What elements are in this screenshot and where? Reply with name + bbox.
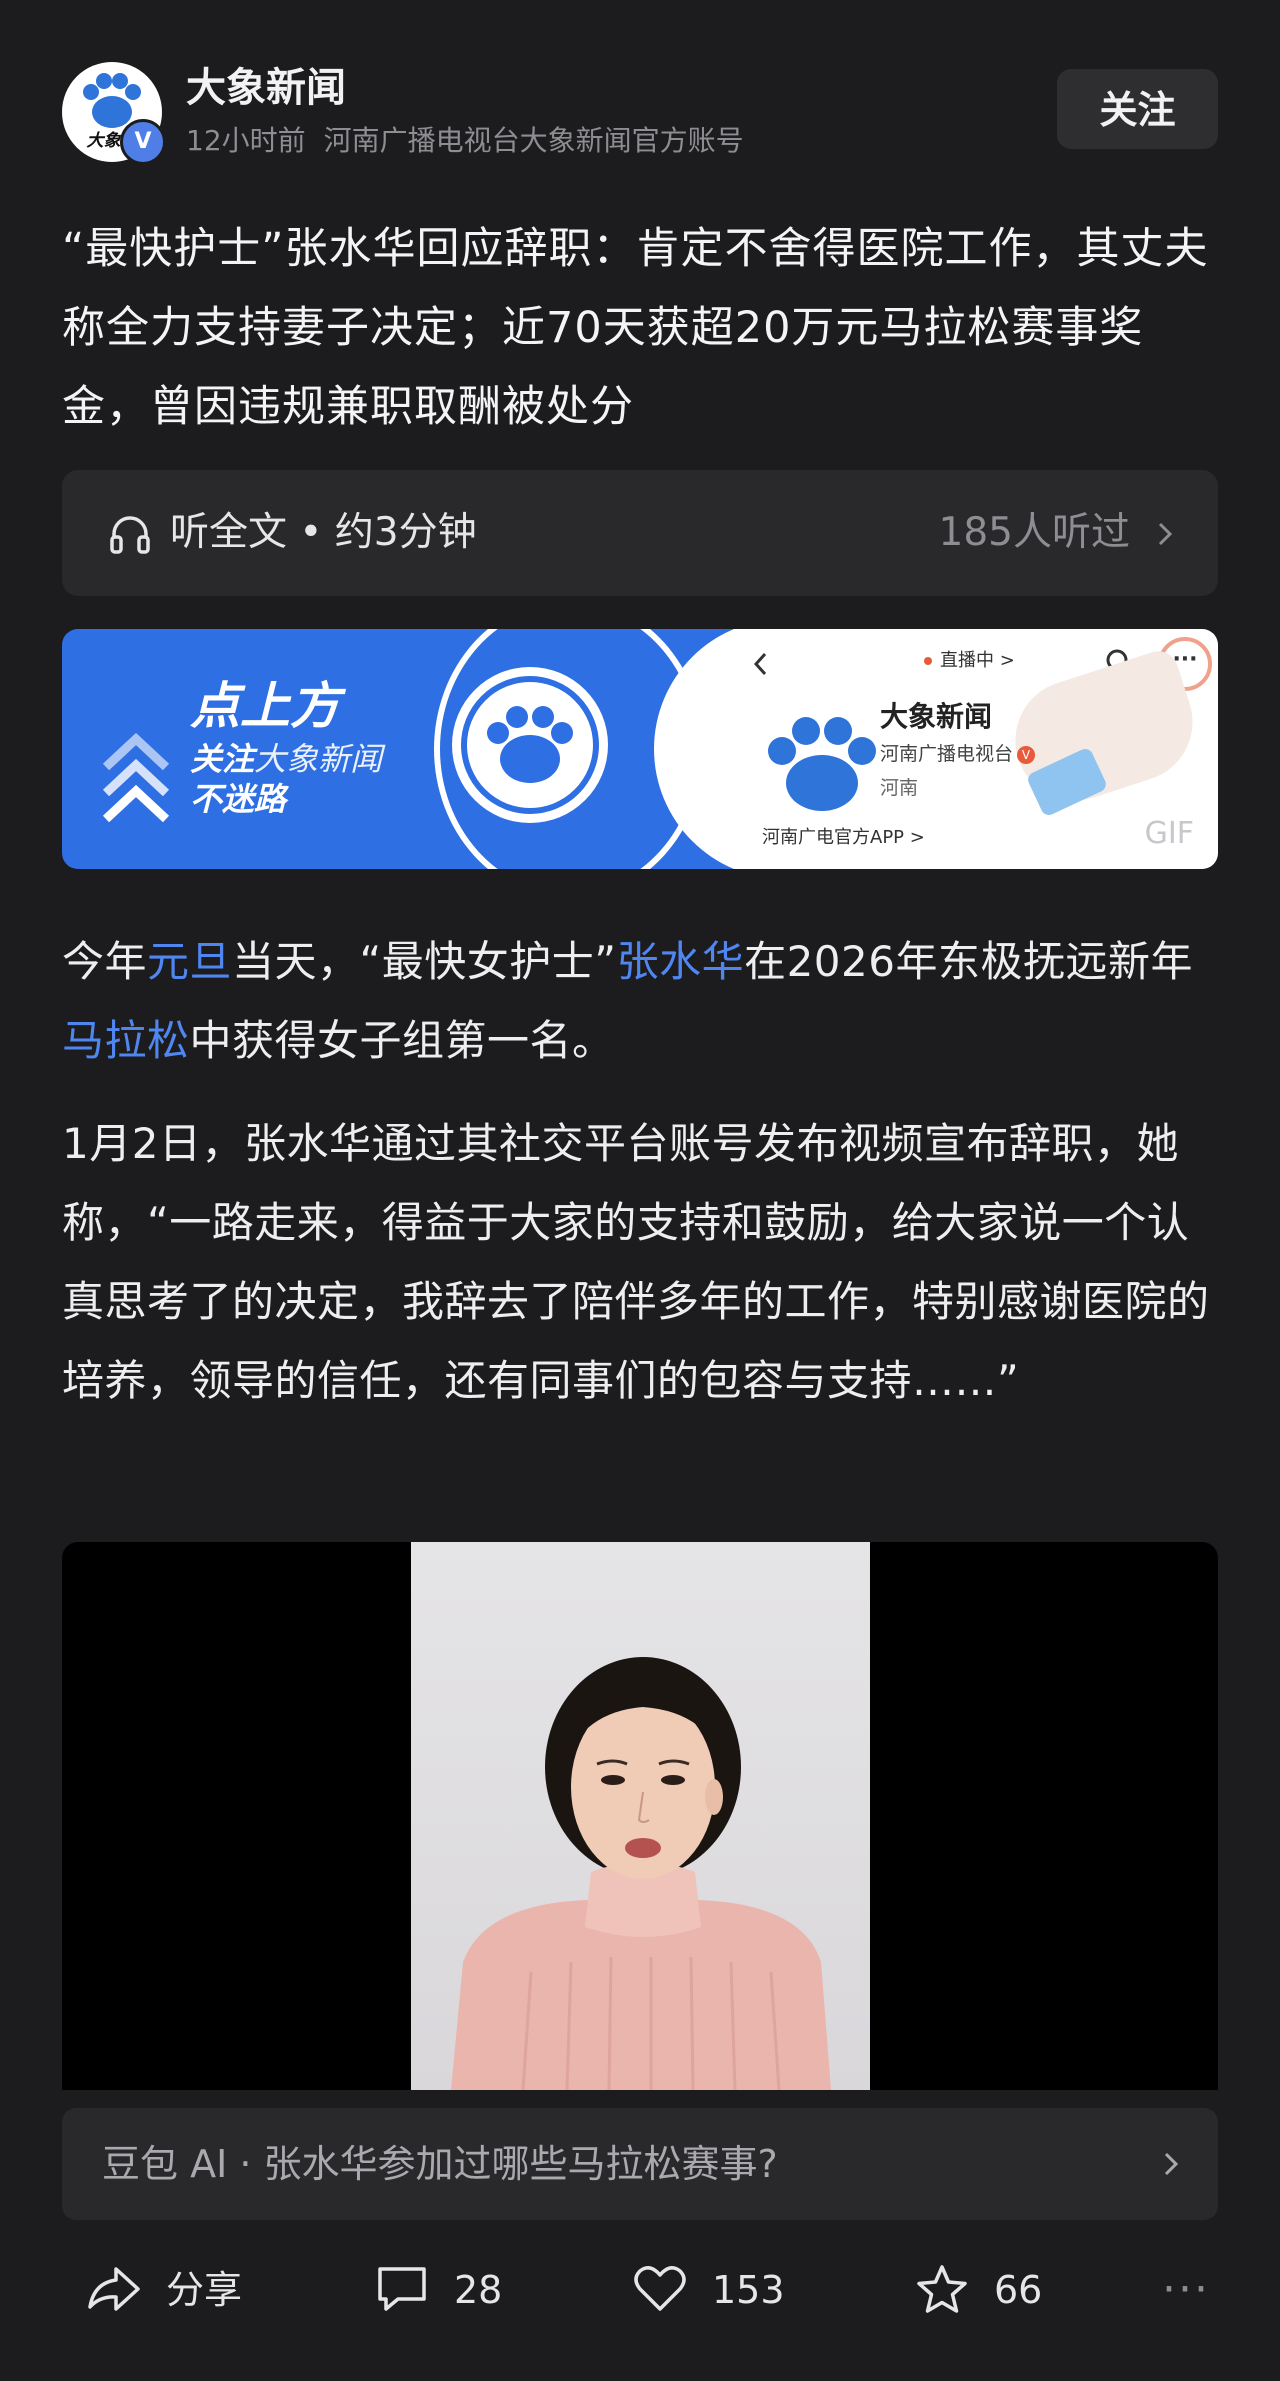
topic-link-marathon[interactable]: 马拉松	[62, 1016, 190, 1065]
chevron-right-icon	[1164, 2152, 1179, 2176]
headphone-icon	[110, 516, 150, 554]
mini-account-sub: 河南广播电视台 V	[880, 741, 1036, 767]
banner-brand-text: 大象新闻	[254, 740, 383, 778]
para-text: 今年	[62, 937, 148, 986]
topic-link-yuandan[interactable]: 元旦	[147, 937, 232, 986]
post-time: 12小时前	[186, 124, 306, 157]
speaker-portrait-image	[451, 1657, 831, 2090]
banner-tagline: 不迷路	[190, 780, 287, 818]
share-button[interactable]: 分享	[86, 2255, 246, 2325]
mini-verified-icon: V	[1017, 745, 1036, 764]
like-count: 153	[712, 2268, 785, 2312]
follow-button[interactable]: 关注	[1057, 69, 1218, 149]
follow-promo-banner[interactable]: 点上方 关注大象新闻 不迷路 直播中 > ··· 大象新闻 河南广播电视台 V 河…	[62, 629, 1218, 869]
paw-logo-icon	[768, 717, 876, 811]
mini-app-label: 河南广电官方APP >	[762, 827, 925, 848]
share-icon	[88, 2267, 140, 2311]
para-text: 在2026年东极抚远新年	[744, 937, 1193, 986]
account-description: 河南广播电视台大象新闻官方账号	[323, 124, 744, 157]
banner-logo-circle	[452, 667, 608, 823]
article-paragraph-2: 1月2日，张水华通过其社交平台账号发布视频宣布辞职，她称，“一路走来，得益于大家…	[62, 1119, 1210, 1405]
up-chevrons-icon	[102, 732, 170, 823]
mini-account-name: 大象新闻	[880, 700, 993, 733]
gif-badge: GIF	[1144, 816, 1194, 851]
like-button[interactable]: 153	[632, 2255, 792, 2325]
video-player[interactable]	[62, 1542, 1218, 2090]
mini-region: 河南	[880, 777, 919, 799]
article-paragraph-1: 今年元旦当天，“最快女护士”张水华在2026年东极抚远新年马拉松中获得女子组第一…	[62, 922, 1222, 1080]
comment-count: 28	[454, 2268, 503, 2312]
share-label: 分享	[166, 2268, 243, 2312]
para-text: 当天，“最快女护士”	[232, 937, 617, 986]
more-options-icon[interactable]: ···	[1162, 2268, 1210, 2312]
topic-link-zhangshuihua[interactable]: 张水华	[617, 937, 745, 986]
mini-sub-text: 河南广播电视台	[880, 743, 1014, 765]
banner-headline: 点上方	[190, 677, 340, 735]
para-text: 中获得女子组第一名。	[189, 1016, 615, 1065]
comment-button[interactable]: 28	[374, 2255, 514, 2325]
paw-logo-icon	[461, 676, 599, 814]
listen-full-text-bar[interactable]: 听全文 • 约3分钟 185人听过	[62, 470, 1218, 596]
favorite-count: 66	[994, 2268, 1043, 2312]
banner-follow-text: 关注	[190, 740, 255, 778]
account-meta: 12小时前 河南广播电视台大象新闻官方账号	[186, 122, 744, 160]
ai-question-bar[interactable]: 豆包 AI · 张水华参加过哪些马拉松赛事?	[62, 2108, 1218, 2220]
chevron-right-icon	[1158, 522, 1173, 546]
account-name[interactable]: 大象新闻	[186, 62, 346, 114]
article-title: “最快护士”张水华回应辞职：肯定不舍得医院工作，其丈夫称全力支持妻子决定；近70…	[62, 224, 1209, 432]
star-icon	[917, 2265, 967, 2313]
listen-count: 185人听过	[938, 510, 1130, 555]
mini-live-label: 直播中 >	[924, 647, 1015, 675]
listen-label: 听全文 • 约3分钟	[170, 510, 477, 555]
ai-question-text: 豆包 AI · 张水华参加过哪些马拉松赛事?	[102, 2142, 778, 2186]
heart-icon	[634, 2266, 686, 2311]
favorite-button[interactable]: 66	[914, 2255, 1054, 2325]
video-frame	[411, 1542, 870, 2090]
comment-icon	[378, 2267, 426, 2311]
back-arrow-icon	[753, 652, 767, 676]
banner-subline: 关注大象新闻	[190, 739, 382, 779]
verified-badge-icon: V	[120, 119, 166, 165]
